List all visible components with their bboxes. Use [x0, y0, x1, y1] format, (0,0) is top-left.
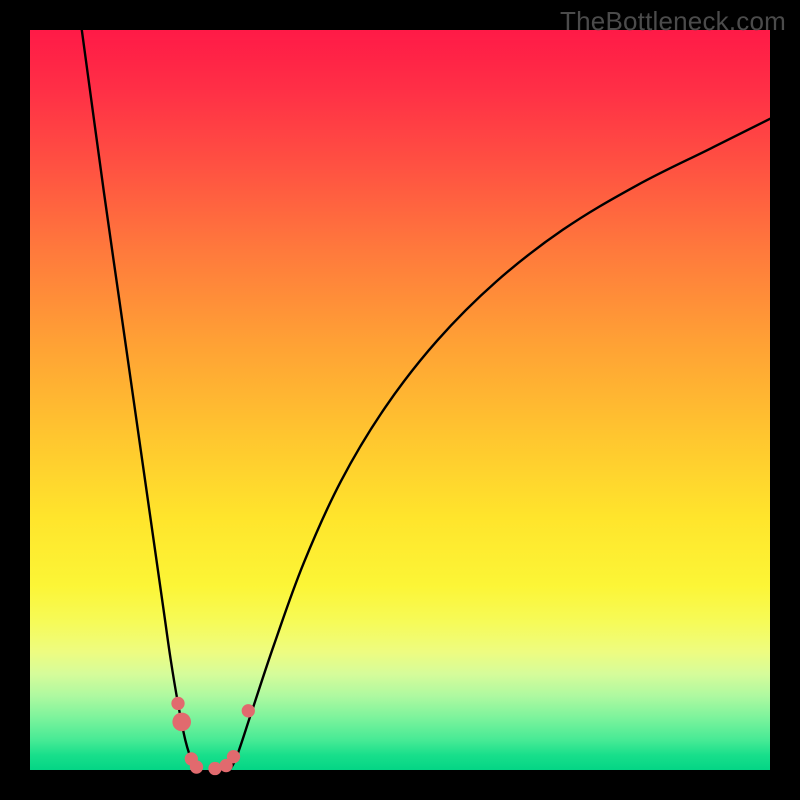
plot-area	[30, 30, 770, 770]
data-marker	[190, 760, 203, 773]
chart-frame: TheBottleneck.com	[0, 0, 800, 800]
data-marker	[171, 697, 184, 710]
watermark-text: TheBottleneck.com	[560, 6, 786, 37]
data-marker	[242, 704, 255, 717]
data-marker	[227, 750, 240, 763]
data-marker	[172, 713, 191, 732]
curve-svg	[30, 30, 770, 770]
curve-left-branch	[82, 30, 200, 770]
curve-right-branch	[230, 119, 770, 770]
